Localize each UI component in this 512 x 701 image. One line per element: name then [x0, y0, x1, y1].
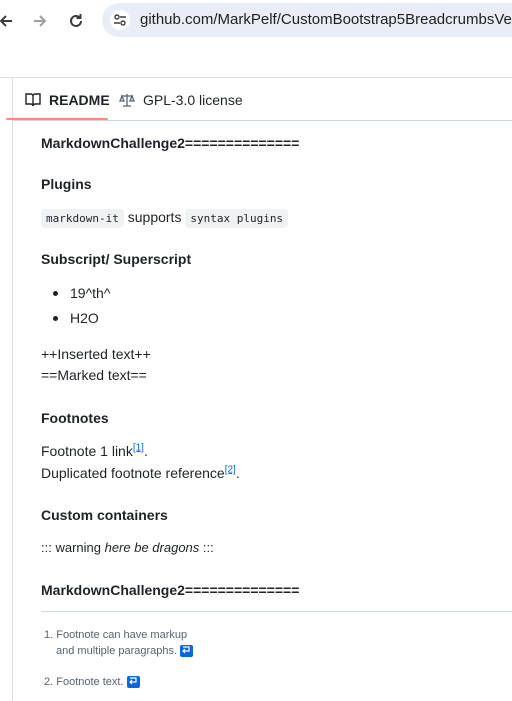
scale-icon [119, 93, 135, 107]
footnote-text: Footnote can have markup [56, 629, 188, 641]
footnote-item-1-line-2: and multiple paragraphs. [56, 645, 194, 658]
reload-button[interactable] [64, 9, 88, 33]
tab-license-label: GPL-3.0 license [143, 91, 243, 108]
footnote-paragraph-1: Footnote 1 link[1]. [41, 443, 148, 459]
readme-heading-2: MarkdownChallenge2============== [41, 582, 300, 598]
footnote-item-2: 2. Footnote text. [44, 676, 140, 689]
marked-text: ==Marked text== [41, 367, 147, 383]
browser-toolbar: github.com/MarkPelf/CustomBootstrap5Brea… [0, 0, 512, 41]
footnote-number: 2. [44, 676, 54, 688]
tab-readme-label: README [49, 91, 110, 108]
footnote-line-1: Footnote 1 link [41, 443, 133, 459]
tab-readme[interactable]: README [25, 78, 110, 121]
list-item: 19^th^ [70, 285, 111, 301]
back-button[interactable] [0, 9, 18, 33]
footnote-number: 1. [44, 629, 54, 641]
readme-heading-1: MarkdownChallenge2============== [41, 135, 300, 151]
arrow-right-icon [34, 15, 47, 27]
url-text[interactable]: github.com/MarkPelf/CustomBootstrap5Brea… [140, 11, 512, 28]
forward-button[interactable] [28, 9, 52, 33]
tab-license[interactable]: GPL-3.0 license [119, 78, 243, 121]
return-arrow-icon [128, 677, 137, 685]
period: . [143, 443, 148, 459]
footnote-paragraph-2: Duplicated footnote reference[2]. [41, 465, 240, 481]
list-item: H2O [70, 310, 99, 326]
footnote-backref-button[interactable] [180, 645, 194, 658]
plugins-paragraph: markdown-it supports syntax plugins [41, 209, 289, 228]
footnote-backref-button[interactable] [126, 676, 140, 689]
bullet-dot-1 [53, 291, 58, 296]
reload-icon [70, 14, 82, 27]
footnote-text: and multiple paragraphs. [56, 645, 178, 657]
footnote-item-1: 1. Footnote can have markup [44, 629, 187, 641]
footnotes-heading: Footnotes [41, 410, 109, 426]
bullet-dot-2 [53, 316, 58, 321]
arrow-left-icon [0, 15, 12, 27]
site-info-button[interactable] [110, 10, 130, 30]
plugins-heading: Plugins [41, 176, 92, 192]
plugins-mid-text: supports [123, 209, 186, 225]
footnote-line-2: Duplicated footnote reference [41, 465, 225, 481]
warning-line: ::: warning here be dragons ::: [41, 540, 214, 555]
readme-content: MarkdownChallenge2============== Plugins… [12, 121, 512, 701]
containers-heading: Custom containers [41, 507, 168, 523]
footnotes-separator [41, 611, 512, 612]
code-syntax-plugins: syntax plugins [185, 209, 289, 228]
tune-icon [114, 14, 126, 26]
return-arrow-icon [182, 646, 190, 654]
footnote-ref-1[interactable]: [1] [133, 442, 144, 453]
code-markdown-it: markdown-it [41, 209, 124, 228]
book-icon [25, 92, 41, 107]
footnote-text: Footnote text. [56, 676, 124, 688]
readme-tabbar: README GPL-3.0 license [12, 78, 512, 121]
address-bar[interactable]: github.com/MarkPelf/CustomBootstrap5Brea… [102, 3, 512, 37]
warning-emphasis: here be dragons [104, 540, 200, 555]
subsup-heading: Subscript/ Superscript [41, 251, 192, 267]
period: . [235, 465, 240, 481]
warning-prefix: ::: warning [41, 540, 105, 555]
footnote-ref-2[interactable]: [2] [225, 464, 236, 475]
inserted-text: ++Inserted text++ [41, 346, 151, 362]
warning-suffix: ::: [199, 540, 214, 555]
